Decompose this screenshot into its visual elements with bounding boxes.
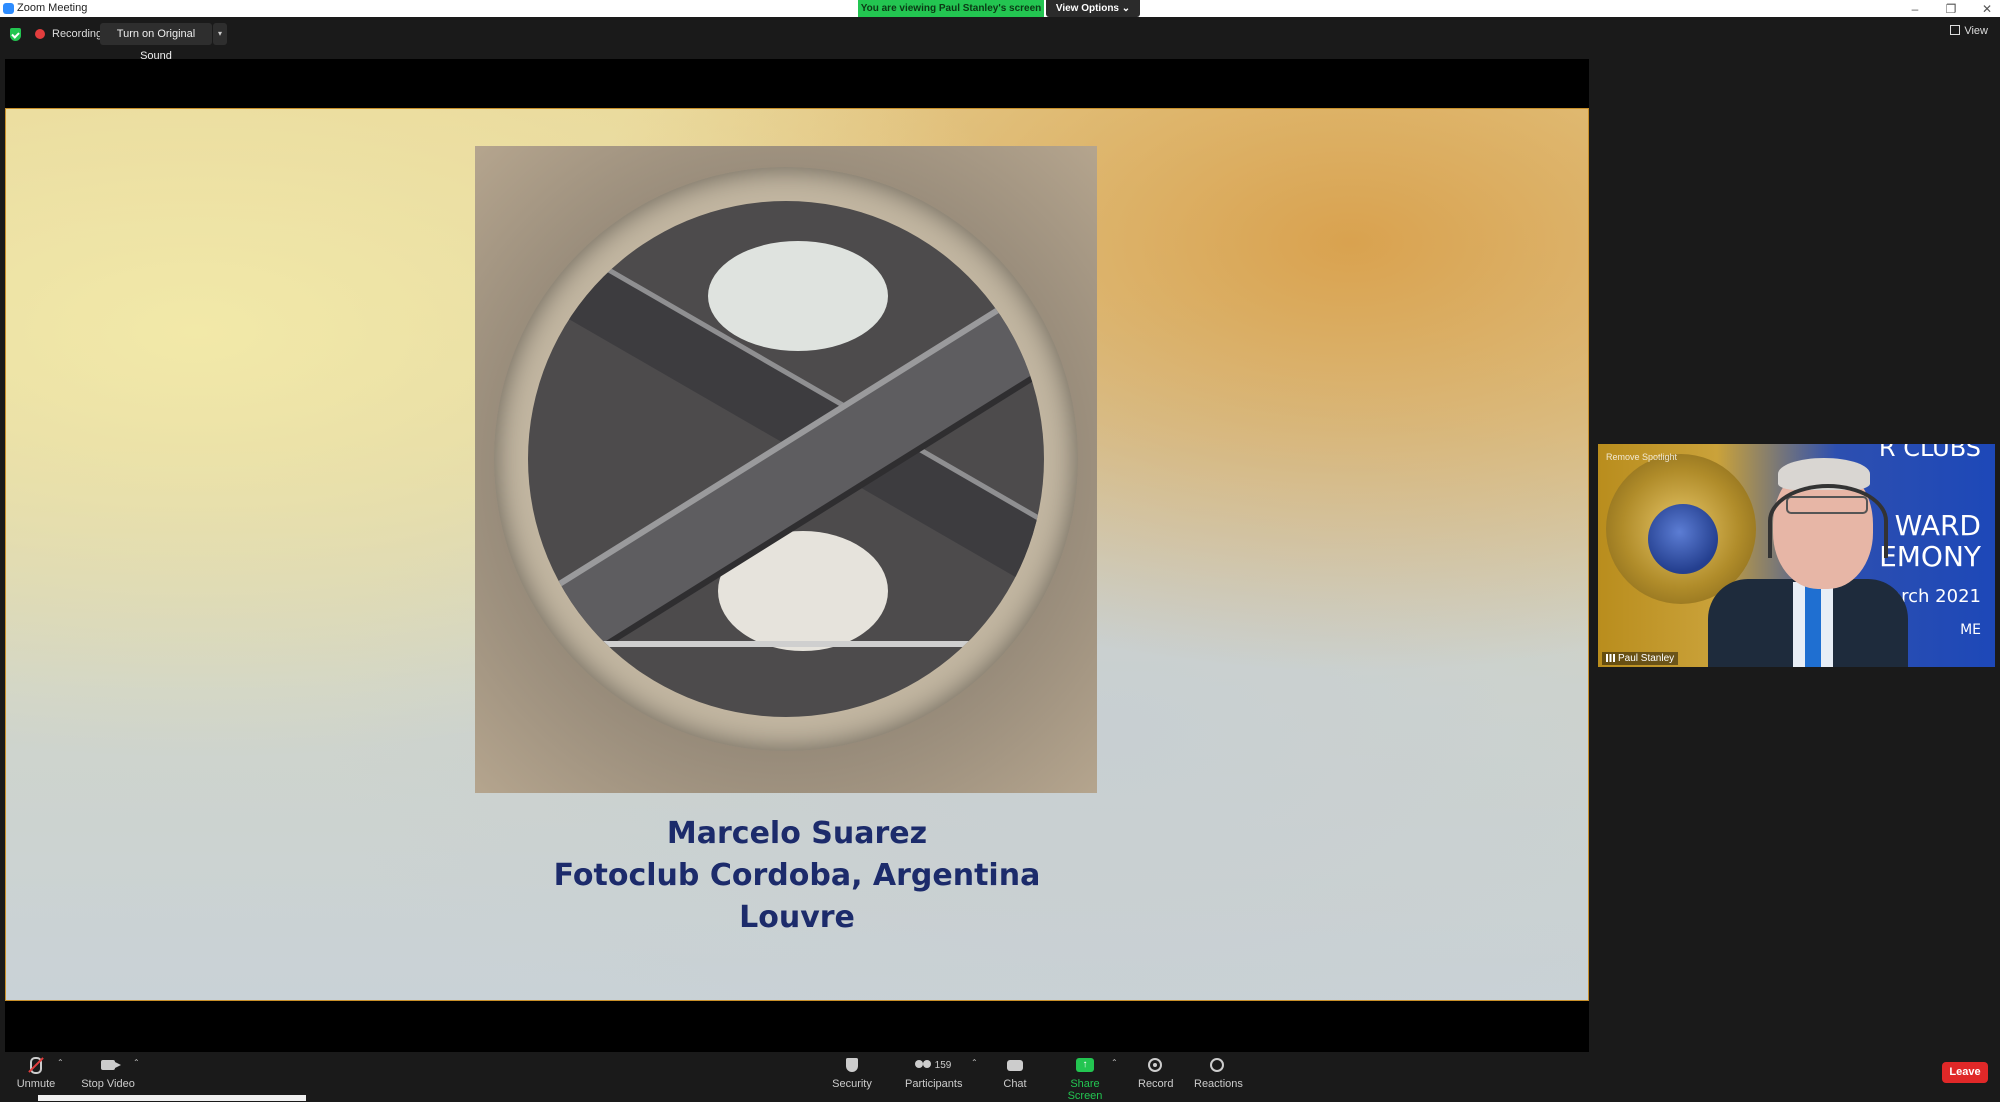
- share-options-caret[interactable]: ⌃: [1111, 1058, 1118, 1067]
- view-label: View: [1964, 25, 1988, 37]
- speaker-tie: [1805, 586, 1821, 667]
- slide-photo: [475, 146, 1097, 793]
- photo-railing: [568, 641, 1008, 647]
- shared-screen: Marcelo Suarez Fotoclub Cordoba, Argenti…: [5, 59, 1589, 1052]
- grid-icon: [1950, 25, 1961, 35]
- globe-icon: [1648, 504, 1718, 574]
- photo-interior: [528, 201, 1044, 717]
- reactions-label: Reactions: [1194, 1078, 1243, 1090]
- signal-icon: [1606, 654, 1615, 662]
- background-text-5: ME: [1960, 622, 1981, 638]
- viewing-screen-banner: You are viewing Paul Stanley's screen: [858, 0, 1044, 17]
- reactions-smiley-icon: [1210, 1058, 1224, 1072]
- chat-bubble-icon: [1007, 1059, 1023, 1071]
- security-label: Security: [832, 1078, 872, 1090]
- background-text-2: WARD: [1894, 509, 1981, 542]
- record-icon: [1148, 1058, 1162, 1072]
- share-screen-label: Share Screen: [1067, 1078, 1103, 1102]
- taskbar-strip: [38, 1095, 306, 1101]
- speaker-headset: [1768, 484, 1888, 558]
- unmute-label: Unmute: [16, 1078, 56, 1090]
- meeting-top-bar: Recording Turn on Original Sound ▾ View: [0, 17, 2000, 62]
- window-controls: – ❐ ✕: [1908, 0, 1994, 17]
- share-screen-icon: ↑: [1076, 1058, 1094, 1072]
- encryption-shield-icon[interactable]: [10, 28, 21, 41]
- photo-skylight-top: [708, 241, 888, 351]
- chat-label: Chat: [1003, 1078, 1027, 1090]
- close-icon[interactable]: ✕: [1980, 2, 1994, 16]
- video-camera-icon: [101, 1060, 121, 1070]
- photo-ring: [494, 167, 1078, 751]
- video-options-caret[interactable]: ⌃: [133, 1058, 140, 1067]
- remove-spotlight-label[interactable]: Remove Spotlight: [1606, 452, 1677, 462]
- leave-button[interactable]: Leave: [1942, 1062, 1988, 1083]
- original-sound-dropdown[interactable]: ▾: [213, 23, 227, 45]
- participants-label: Participants: [905, 1078, 963, 1090]
- stop-video-label: Stop Video: [81, 1078, 135, 1090]
- security-button[interactable]: Security: [830, 1055, 874, 1090]
- window-title: Zoom Meeting: [17, 2, 88, 14]
- view-options-label: View Options: [1055, 3, 1119, 14]
- presentation-slide: Marcelo Suarez Fotoclub Cordoba, Argenti…: [5, 108, 1589, 1001]
- participants-count: 159: [934, 1059, 952, 1071]
- view-button[interactable]: View: [1950, 25, 1988, 37]
- speaker-name: Paul Stanley: [1618, 653, 1675, 664]
- participants-icon: [914, 1060, 931, 1070]
- view-options-button[interactable]: View Options ⌄: [1046, 0, 1140, 17]
- meeting-toolbar: Unmute ⌃ Stop Video ⌃ Security 159 Parti…: [0, 1052, 2000, 1102]
- participants-button[interactable]: 159 Participants: [905, 1055, 963, 1091]
- speaker-name-tag: Paul Stanley: [1602, 652, 1679, 665]
- slide-author: Marcelo Suarez: [666, 816, 928, 851]
- audio-options-caret[interactable]: ⌃: [57, 1058, 64, 1067]
- slide-title: Louvre: [739, 900, 855, 935]
- chat-button[interactable]: Chat: [1000, 1055, 1030, 1090]
- speaker-video-tile[interactable]: R CLUBS WARD EMONY arch 2021 ME Remove S…: [1598, 444, 1995, 667]
- title-bar: Zoom Meeting You are viewing Paul Stanle…: [0, 0, 2000, 17]
- stop-video-button[interactable]: Stop Video: [80, 1055, 136, 1090]
- minimize-icon[interactable]: –: [1908, 2, 1922, 16]
- background-text-1: R CLUBS: [1878, 444, 1981, 462]
- participants-options-caret[interactable]: ⌃: [971, 1058, 978, 1067]
- zoom-app-icon: [3, 3, 14, 14]
- original-sound-button[interactable]: Turn on Original Sound: [100, 23, 212, 62]
- restore-icon[interactable]: ❐: [1944, 2, 1958, 16]
- background-text-3: EMONY: [1879, 540, 1981, 573]
- unmute-button[interactable]: Unmute: [12, 1055, 60, 1090]
- reactions-button[interactable]: Reactions: [1194, 1055, 1243, 1090]
- recording-dot-icon: [35, 29, 45, 39]
- recording-label: Recording: [52, 28, 103, 40]
- muted-mic-icon: [30, 1056, 42, 1074]
- slide-club: Fotoclub Cordoba, Argentina: [553, 858, 1041, 893]
- record-button[interactable]: Record: [1138, 1055, 1174, 1090]
- share-screen-button[interactable]: ↑ Share Screen: [1055, 1055, 1115, 1102]
- security-shield-icon: [846, 1058, 858, 1072]
- record-label: Record: [1138, 1078, 1174, 1090]
